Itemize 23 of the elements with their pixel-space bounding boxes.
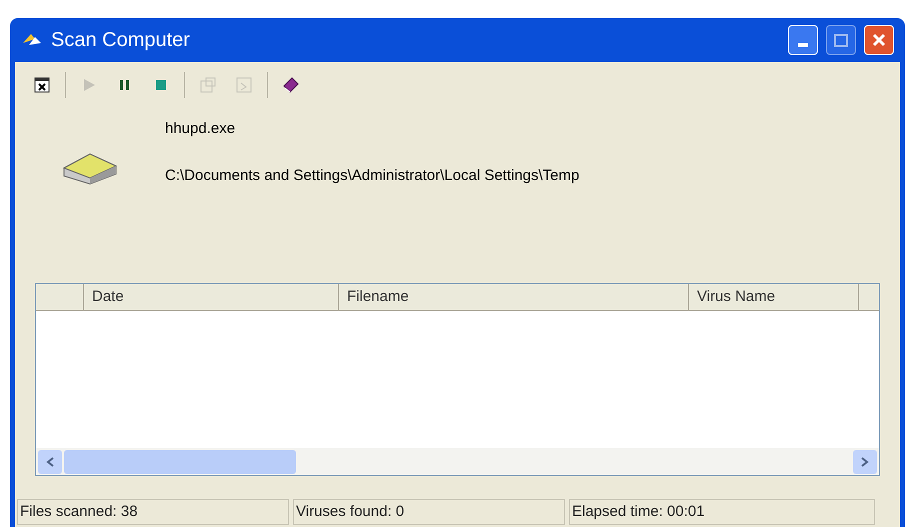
folder-path: C:\Documents and Settings\Administrator\Local Settings\Temp [165,166,580,186]
horizontal-scrollbar[interactable] [36,448,879,475]
minimize-button[interactable] [788,25,818,55]
column-header[interactable]: Filename [339,284,689,310]
export-icon [235,76,253,94]
maximize-icon [834,34,848,46]
scroll-right-button[interactable] [853,450,877,474]
status-pane: Viruses found: 0 [293,499,565,525]
book-icon [282,76,300,94]
scroll-left-button[interactable] [38,450,62,474]
close-scan-icon [33,76,51,94]
column-header[interactable]: Virus Name [689,284,859,310]
maximize-button[interactable] [826,25,856,55]
properties-icon [199,76,217,94]
scroll-thumb[interactable] [64,450,296,474]
column-header[interactable]: Date [84,284,339,310]
window-title: Scan Computer [51,28,191,53]
status-pane: Elapsed time: 00:01 [569,499,875,525]
minimize-icon [798,43,808,47]
close-button[interactable] [864,25,894,55]
file-name: hhupd.exe [165,119,236,139]
close-icon [872,33,886,47]
status-pane: Files scanned: 38 [17,499,289,525]
